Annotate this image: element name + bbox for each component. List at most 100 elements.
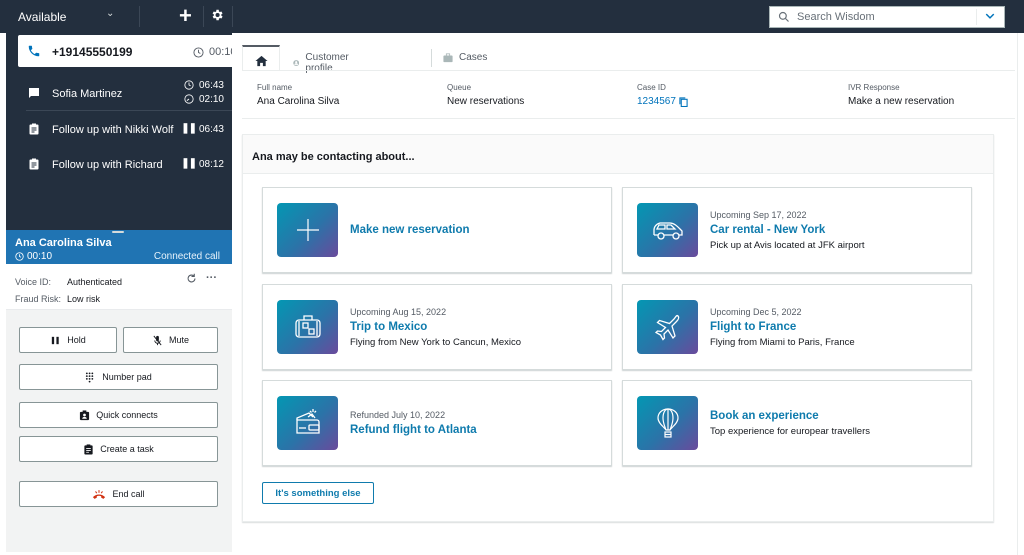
after-contact-work-icon [184,94,194,104]
ccp-panel: +19145550199 00:10 Sofia Martinez 06:43 … [6,33,237,552]
fraud-risk-value: Low risk [67,294,101,304]
more-options-icon[interactable]: ··· [206,272,217,284]
reason-card-flight-to-france[interactable]: Upcoming Dec 5, 2022 Flight to France Fl… [622,284,972,370]
agent-workspace: Available ⌄ + +19145550199 00:10 Sofia M… [0,0,1024,555]
divider [976,9,977,25]
chevron-down-icon[interactable] [984,10,996,22]
call-state: Connected call [153,251,220,262]
clock-icon [184,80,194,90]
dialpad-icon [86,371,94,383]
reason-card-trip-to-mexico[interactable]: Upcoming Aug 15, 2022 Trip to Mexico Fly… [262,284,612,370]
resize-handle[interactable] [112,231,124,233]
divider [203,6,204,27]
contact-item[interactable]: Follow up with Richard ❚❚ 08:12 [6,146,232,180]
pause-icon [52,336,59,344]
card-date: Upcoming Sep 17, 2022 [710,209,807,220]
field-label: Case ID [637,83,666,92]
hot-air-balloon-icon [637,396,698,450]
card-description: Pick up at Avis located at JFK airport [710,239,865,251]
task-icon [29,123,39,135]
airplane-icon [637,300,698,354]
contact-timer: 08:12 [198,159,224,170]
add-contact-button[interactable]: + [179,3,192,29]
task-icon [29,158,39,170]
caller-name: Ana Carolina Silva [15,237,112,249]
home-icon [255,55,268,67]
clock-icon [193,47,204,58]
tab-cases[interactable]: Cases [443,52,487,63]
contact-item[interactable]: Sofia Martinez 06:43 02:10 [6,75,232,109]
task-icon [84,443,93,455]
refresh-icon[interactable] [186,273,197,284]
create-task-button[interactable]: Create a task [19,436,218,462]
number-pad-label: Number pad [102,372,152,382]
clock-icon [15,252,24,261]
call-timer: 00:10 [27,251,53,262]
active-call-banner: Ana Carolina Silva 00:10 Connected call [6,230,232,264]
suitcase-icon [277,300,338,354]
card-title: Trip to Mexico [350,320,428,333]
hang-up-icon [93,489,106,499]
divider [139,6,140,27]
contact-timer-secondary: 02:10 [198,94,224,105]
wallet-refund-icon [277,396,338,450]
contact-timer: 06:43 [198,124,224,135]
copy-icon[interactable] [679,96,688,107]
panel-title: Ana may be contacting about... [252,151,415,163]
search-input[interactable] [797,9,977,25]
card-title: Book an experience [710,409,819,422]
card-description: Flying from New York to Cancun, Mexico [350,336,522,348]
divider [232,6,233,27]
search-icon [778,11,789,22]
quick-connects-label: Quick connects [96,410,158,420]
contact-item[interactable]: Follow up with Nikki Wolf ❚❚ 06:43 [6,111,232,145]
card-title: Flight to France [710,320,797,333]
case-id-link[interactable]: 1234567 [637,96,688,107]
voice-id-card: Voice ID: Authenticated Fraud Risk: Low … [6,264,232,310]
card-text: Upcoming Aug 15, 2022 Trip to Mexico Fly… [350,285,521,369]
tab-home[interactable] [242,45,280,71]
queue-value: New reservations [447,96,525,107]
reason-card-refund-flight[interactable]: Refunded July 10, 2022 Refund flight to … [262,380,612,466]
divider [431,49,432,67]
voice-id-label: Voice ID: [15,277,52,287]
number-pad-button[interactable]: Number pad [19,364,218,390]
reason-card-book-experience[interactable]: Book an experience Top experience for eu… [622,380,972,466]
divider [242,70,1015,71]
full-name-value: Ana Carolina Silva [257,96,340,107]
contact-label: Follow up with Richard [52,159,163,171]
contact-label: Follow up with Nikki Wolf [52,124,174,136]
reason-card-car-rental[interactable]: Upcoming Sep 17, 2022 Car rental - New Y… [622,187,972,273]
card-title: Refund flight to Atlanta [350,424,477,436]
card-date: Upcoming Dec 5, 2022 [710,306,802,317]
chevron-down-icon[interactable]: ⌄ [106,8,114,19]
gear-icon[interactable] [210,8,224,22]
pause-icon: ❚❚ [181,123,197,134]
top-bar: Available ⌄ + [0,0,1024,33]
hold-label: Hold [67,335,86,345]
end-call-label: End call [112,489,145,499]
card-text: Upcoming Dec 5, 2022 Flight to France Fl… [710,285,855,369]
end-call-button[interactable]: End call [19,481,218,507]
card-description: Top experience for europear travellers [710,425,871,437]
hold-button[interactable]: Hold [19,327,117,353]
pause-icon: ❚❚ [181,158,197,169]
reason-card-make-reservation[interactable]: Make new reservation [262,187,612,273]
case-id-value: 1234567 [637,96,676,107]
fraud-risk-label: Fraud Risk: [15,294,62,304]
contact-phone-number: +19145550199 [52,45,133,59]
field-label: Queue [447,83,472,92]
agent-status-select[interactable]: Available [18,10,66,24]
card-text: Make new reservation [350,188,470,272]
mute-label: Mute [168,335,189,345]
card-text: Upcoming Sep 17, 2022 Car rental - New Y… [710,188,865,272]
contact-item-active[interactable]: +19145550199 00:10 [18,35,237,67]
something-else-button[interactable]: It's something else [262,482,374,504]
mute-button[interactable]: Mute [123,327,218,353]
field-label: Full name [257,83,293,92]
contact-card-icon [80,409,90,420]
contact-timer: 06:43 [198,80,224,91]
phone-icon [28,45,40,57]
contact-list: +19145550199 00:10 Sofia Martinez 06:43 … [6,33,237,230]
quick-connects-button[interactable]: Quick connects [19,402,218,428]
